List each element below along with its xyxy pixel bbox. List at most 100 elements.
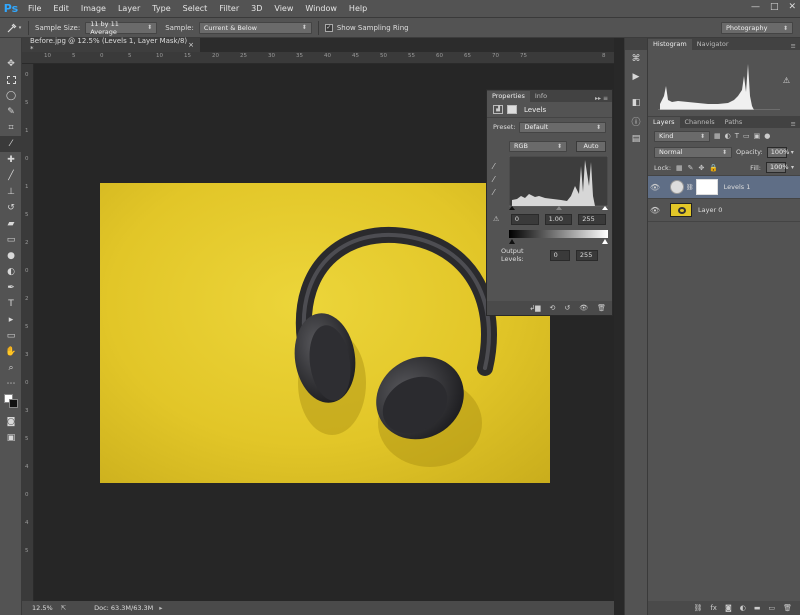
tab-layers[interactable]: Layers <box>648 117 680 128</box>
mask-icon[interactable] <box>507 105 517 114</box>
reset-icon[interactable]: ↺ <box>564 304 570 312</box>
chevron-down-icon[interactable]: ▾ <box>791 164 794 171</box>
output-sliders[interactable] <box>509 238 608 244</box>
lock-position-icon[interactable]: ✥ <box>699 164 705 172</box>
history-brush-tool-icon[interactable]: ↺ <box>0 200 22 216</box>
levels-histogram[interactable] <box>509 156 608 210</box>
screen-mode-icon[interactable]: ▣ <box>0 430 22 446</box>
menu-type[interactable]: Type <box>146 0 176 18</box>
lock-all-icon[interactable]: 🔒 <box>709 164 718 172</box>
panel-menu-icon[interactable]: ≡ <box>791 120 800 128</box>
type-filter-icon[interactable]: T <box>735 132 739 140</box>
clip-warning-icon[interactable]: ⚠ <box>493 215 505 223</box>
lock-transparent-icon[interactable]: ▦ <box>676 164 683 172</box>
gradient-tool-icon[interactable]: ▭ <box>0 232 22 248</box>
tab-properties[interactable]: Properties <box>487 91 530 102</box>
blur-tool-icon[interactable]: ● <box>0 248 22 264</box>
new-layer-icon[interactable]: ▭ <box>768 604 775 612</box>
delete-icon[interactable]: 🗑 <box>597 304 606 312</box>
brush-tool-icon[interactable]: ╱ <box>0 168 22 184</box>
layer-style-icon[interactable]: fx <box>710 604 717 612</box>
layer-name[interactable]: Layer 0 <box>698 206 722 214</box>
close-tab-icon[interactable]: × <box>188 41 194 49</box>
menu-edit[interactable]: Edit <box>47 0 75 18</box>
sample-dropdown[interactable]: Current & Below ⬍ <box>198 21 312 34</box>
export-icon[interactable]: ⇱ <box>61 604 66 612</box>
actions-panel-icon[interactable]: ▶ <box>625 68 647 86</box>
add-mask-icon[interactable]: ◙ <box>725 604 732 612</box>
menu-filter[interactable]: Filter <box>213 0 245 18</box>
chevron-down-icon[interactable]: ▾ <box>791 149 794 156</box>
layer-row[interactable]: 👁 ⛓ Levels 1 <box>648 176 800 199</box>
layer-row[interactable]: 👁 Layer 0 <box>648 199 800 222</box>
layer-mask-thumbnail[interactable] <box>695 179 718 195</box>
output-white-field[interactable]: 255 <box>575 249 599 261</box>
info-panel-icon[interactable]: ⓘ <box>625 112 647 130</box>
filter-toggle-icon[interactable]: ● <box>764 132 770 140</box>
warning-icon[interactable]: ⚠ <box>783 76 790 85</box>
menu-window[interactable]: Window <box>299 0 343 18</box>
input-white-field[interactable]: 255 <box>578 213 607 225</box>
menu-3d[interactable]: 3D <box>245 0 268 18</box>
status-menu-icon[interactable]: ▸ <box>159 604 162 612</box>
blend-mode-dropdown[interactable]: Normal ⬍ <box>654 146 732 158</box>
adjustments-panel-icon[interactable]: ◧ <box>625 94 647 112</box>
output-gradient[interactable] <box>509 226 612 246</box>
link-layers-icon[interactable]: ⛓ <box>693 604 702 612</box>
toolbar-grip[interactable] <box>0 38 21 56</box>
clip-to-layer-icon[interactable]: ↲▆ <box>529 304 540 312</box>
pen-tool-icon[interactable]: ✒ <box>0 280 22 296</box>
type-tool-icon[interactable]: T <box>0 296 22 312</box>
dodge-tool-icon[interactable]: ◐ <box>0 264 22 280</box>
color-swatches[interactable] <box>0 392 21 414</box>
lock-pixels-icon[interactable]: ✎ <box>688 164 694 172</box>
minimize-button[interactable]: — <box>751 2 760 12</box>
visibility-eye-icon[interactable]: 👁 <box>648 183 662 192</box>
view-previous-icon[interactable]: ⟲ <box>549 304 555 312</box>
eyedropper-tool-icon[interactable]: ⁄ <box>0 136 22 152</box>
white-point-eyedropper-icon[interactable]: ⁄ <box>493 186 494 199</box>
brush-panel-icon[interactable]: ▤ <box>625 130 647 148</box>
delete-layer-icon[interactable]: 🗑 <box>783 604 792 612</box>
clone-stamp-tool-icon[interactable]: ⊥ <box>0 184 22 200</box>
tab-histogram[interactable]: Histogram <box>648 39 692 50</box>
workspace-dropdown[interactable]: Photography ⬍ <box>721 22 793 34</box>
tab-paths[interactable]: Paths <box>720 117 748 128</box>
pixel-filter-icon[interactable]: ▦ <box>714 132 721 140</box>
more-tools-icon[interactable]: ⋯ <box>0 376 22 392</box>
smart-object-filter-icon[interactable]: ▣ <box>754 132 761 140</box>
zoom-level[interactable]: 12.5% <box>32 604 53 612</box>
tool-preset-picker[interactable]: ▾ <box>0 23 28 33</box>
path-select-tool-icon[interactable]: ▸ <box>0 312 22 328</box>
marquee-tool-icon[interactable] <box>0 72 22 88</box>
crop-tool-icon[interactable]: ⌗ <box>0 120 22 136</box>
new-adjustment-icon[interactable]: ◐ <box>740 604 746 612</box>
fill-field[interactable]: 100% <box>765 162 789 173</box>
layer-name[interactable]: Levels 1 <box>724 183 751 191</box>
menu-view[interactable]: View <box>268 0 299 18</box>
black-point-eyedropper-icon[interactable]: ⁄ <box>493 160 494 173</box>
visibility-icon[interactable]: 👁 <box>579 304 588 312</box>
healing-brush-tool-icon[interactable]: ✚ <box>0 152 22 168</box>
tab-info[interactable]: Info <box>530 91 552 102</box>
strip-grip[interactable] <box>625 38 647 50</box>
auto-button[interactable]: Auto <box>576 140 606 152</box>
show-sampling-ring-checkbox[interactable]: ✓ <box>324 23 333 32</box>
gray-point-eyedropper-icon[interactable]: ⁄ <box>493 173 494 186</box>
document-image[interactable] <box>100 183 550 483</box>
visibility-eye-icon[interactable]: 👁 <box>648 206 662 215</box>
channel-dropdown[interactable]: RGB ⬍ <box>509 140 567 152</box>
eraser-tool-icon[interactable]: ▰ <box>0 216 22 232</box>
link-icon[interactable]: ⛓ <box>686 184 694 191</box>
menu-layer[interactable]: Layer <box>112 0 146 18</box>
tab-navigator[interactable]: Navigator <box>692 39 734 50</box>
menu-select[interactable]: Select <box>177 0 214 18</box>
shape-filter-icon[interactable]: ▭ <box>743 132 750 140</box>
adjustment-icon[interactable]: ▟ <box>493 105 503 114</box>
input-black-field[interactable]: 0 <box>510 213 539 225</box>
quick-mask-icon[interactable]: ◙ <box>0 414 22 430</box>
new-group-icon[interactable]: ▬ <box>754 604 761 612</box>
menu-image[interactable]: Image <box>75 0 112 18</box>
background-color-swatch[interactable] <box>9 399 18 408</box>
lasso-tool-icon[interactable]: ◯ <box>0 88 22 104</box>
